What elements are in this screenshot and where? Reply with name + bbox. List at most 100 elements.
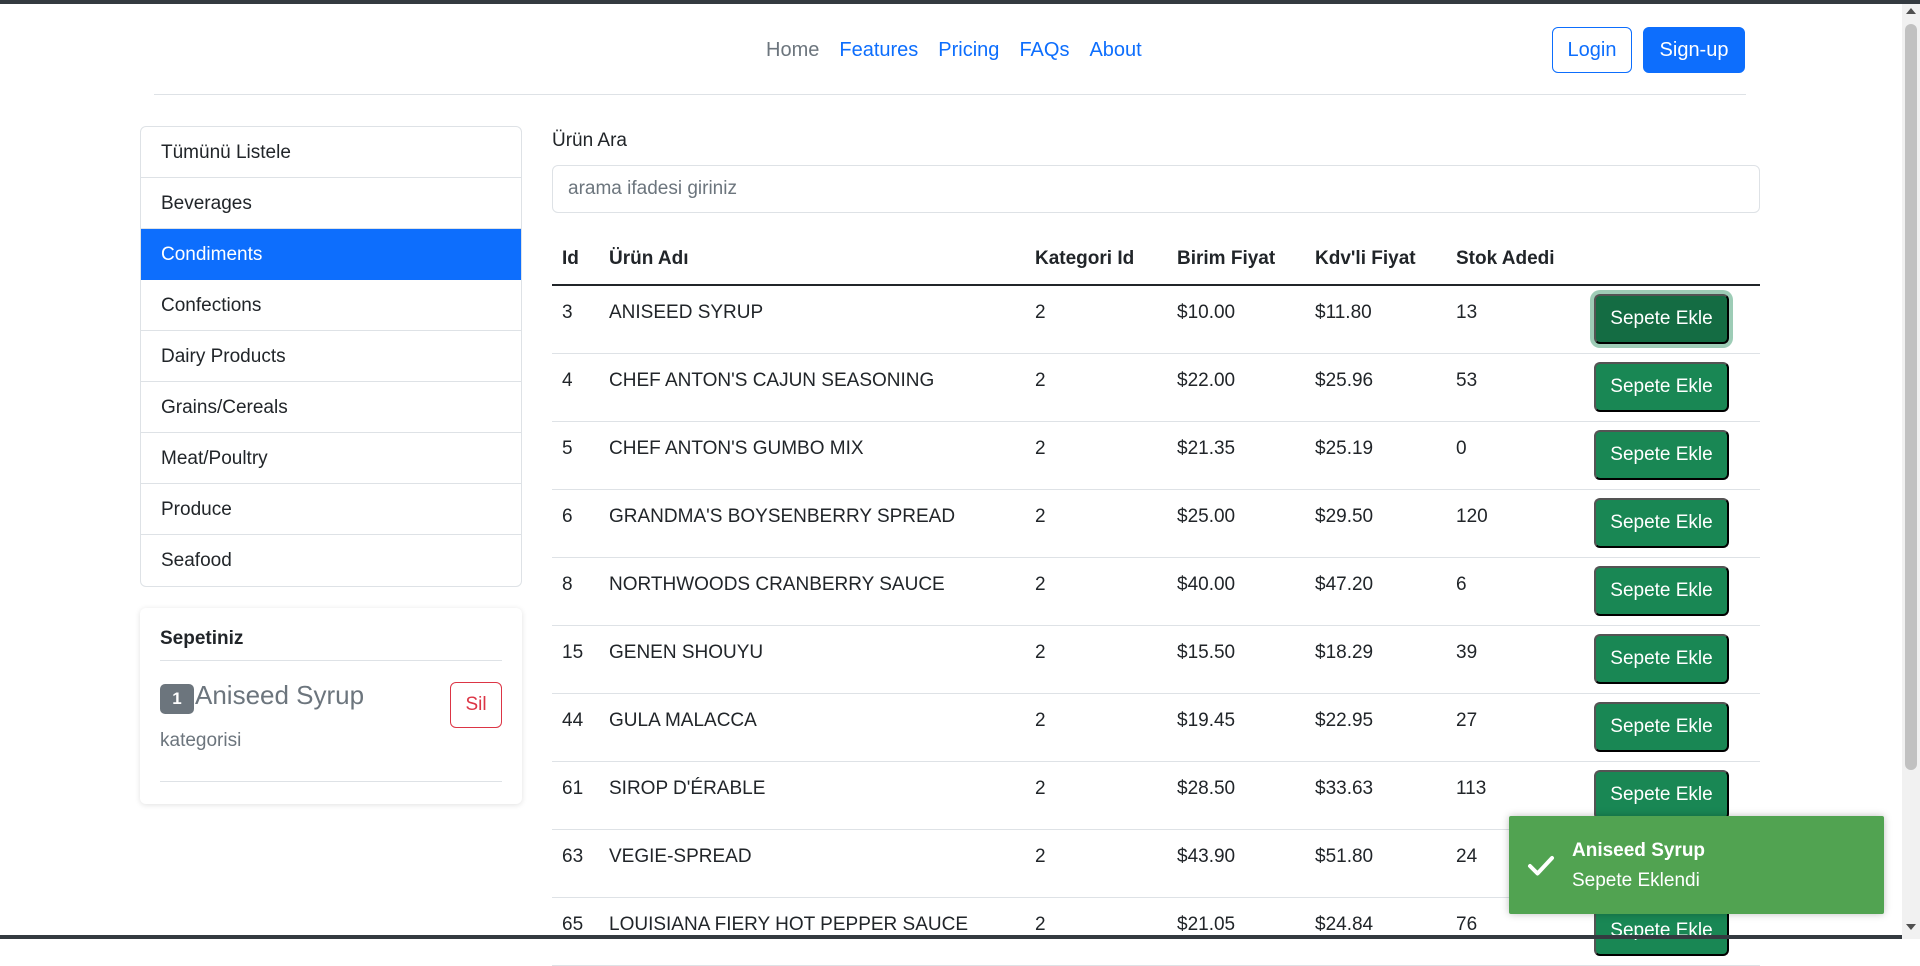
- cell-category-id: 2: [1035, 710, 1046, 731]
- cell-stock: 53: [1456, 370, 1478, 391]
- search-input[interactable]: [552, 165, 1760, 213]
- cell-price-with-tax: $22.95: [1315, 710, 1374, 731]
- nav-features-link[interactable]: Features: [829, 39, 928, 62]
- main-nav: Home Features Pricing FAQs About: [0, 30, 1920, 70]
- table-row: 8 NORTHWOODS CRANBERRY SAUCE 2 $40.00 $4…: [552, 558, 1760, 626]
- table-header: Id Ürün Adı Kategori Id Birim Fiyat Kdv'…: [552, 238, 1760, 286]
- nav-home-link[interactable]: Home: [756, 39, 829, 62]
- search-label: Ürün Ara: [552, 130, 627, 151]
- category-item-seafood[interactable]: Seafood: [141, 535, 521, 586]
- scroll-down-arrow-icon[interactable]: [1906, 924, 1916, 930]
- cell-id: 6: [562, 506, 573, 527]
- cart-divider-bottom: [160, 781, 502, 782]
- nav-links: Home Features Pricing FAQs About: [756, 30, 1152, 70]
- cell-unit-price: $28.50: [1177, 778, 1236, 799]
- cart-summary: Sepetiniz 1 Aniseed Syrup kategorisi Sil: [140, 608, 522, 804]
- category-item-confections[interactable]: Confections: [141, 280, 521, 331]
- cell-unit-price: $21.05: [1177, 914, 1236, 935]
- cell-product-name: ANISEED SYRUP: [609, 302, 764, 323]
- cell-product-name: GENEN SHOUYU: [609, 642, 764, 663]
- category-item-all[interactable]: Tümünü Listele: [141, 127, 521, 178]
- cell-unit-price: $40.00: [1177, 574, 1236, 595]
- cell-unit-price: $43.90: [1177, 846, 1236, 867]
- cell-category-id: 2: [1035, 846, 1046, 867]
- cell-unit-price: $19.45: [1177, 710, 1236, 731]
- cell-id: 4: [562, 370, 573, 391]
- add-to-cart-button[interactable]: Sepete Ekle: [1594, 702, 1729, 752]
- table-row: 5 CHEF ANTON'S GUMBO MIX 2 $21.35 $25.19…: [552, 422, 1760, 490]
- cart-item-category: kategorisi: [160, 730, 242, 751]
- cell-category-id: 2: [1035, 574, 1046, 595]
- nav-about-link[interactable]: About: [1079, 39, 1151, 62]
- category-item-beverages[interactable]: Beverages: [141, 178, 521, 229]
- cell-stock: 113: [1456, 778, 1487, 799]
- header-price-with-tax: Kdv'li Fiyat: [1315, 248, 1416, 269]
- cart-title: Sepetiniz: [160, 628, 244, 649]
- cell-price-with-tax: $25.19: [1315, 438, 1374, 459]
- cell-stock: 6: [1456, 574, 1467, 595]
- toast-message: Sepete Eklendi: [1572, 870, 1700, 891]
- cell-stock: 76: [1456, 914, 1478, 935]
- cart-item-name: Aniseed Syrup: [195, 680, 365, 710]
- cell-product-name: CHEF ANTON'S CAJUN SEASONING: [609, 370, 935, 391]
- cell-id: 65: [562, 914, 584, 935]
- cart-remove-button[interactable]: Sil: [450, 682, 502, 728]
- cell-price-with-tax: $51.80: [1315, 846, 1374, 867]
- cell-id: 63: [562, 846, 584, 867]
- add-to-cart-button[interactable]: Sepete Ekle: [1594, 294, 1729, 344]
- add-to-cart-button[interactable]: Sepete Ekle: [1594, 498, 1729, 548]
- header-product-name: Ürün Adı: [609, 248, 689, 269]
- cell-id: 8: [562, 574, 573, 595]
- success-toast[interactable]: Aniseed Syrup Sepete Eklendi: [1509, 816, 1884, 914]
- cell-category-id: 2: [1035, 370, 1046, 391]
- cell-price-with-tax: $47.20: [1315, 574, 1374, 595]
- cell-stock: 120: [1456, 506, 1488, 527]
- cell-stock: 13: [1456, 302, 1478, 323]
- cell-product-name: NORTHWOODS CRANBERRY SAUCE: [609, 574, 945, 595]
- category-item-produce[interactable]: Produce: [141, 484, 521, 535]
- cell-product-name: LOUISIANA FIERY HOT PEPPER SAUCE: [609, 914, 969, 935]
- nav-pricing-link[interactable]: Pricing: [928, 39, 1009, 62]
- signup-button[interactable]: Sign-up: [1643, 27, 1745, 73]
- category-item-grains-cereals[interactable]: Grains/Cereals: [141, 382, 521, 433]
- cell-unit-price: $21.35: [1177, 438, 1236, 459]
- header-unit-price: Birim Fiyat: [1177, 248, 1276, 269]
- cell-category-id: 2: [1035, 778, 1046, 799]
- cell-unit-price: $22.00: [1177, 370, 1236, 391]
- cell-unit-price: $10.00: [1177, 302, 1236, 323]
- add-to-cart-button[interactable]: Sepete Ekle: [1594, 430, 1729, 480]
- category-item-dairy-products[interactable]: Dairy Products: [141, 331, 521, 382]
- cell-price-with-tax: $11.80: [1315, 302, 1372, 323]
- add-to-cart-button[interactable]: Sepete Ekle: [1594, 634, 1729, 684]
- cell-unit-price: $25.00: [1177, 506, 1236, 527]
- table-row: 6 GRANDMA'S BOYSENBERRY SPREAD 2 $25.00 …: [552, 490, 1760, 558]
- cell-id: 3: [562, 302, 573, 323]
- category-item-condiments[interactable]: Condiments: [141, 229, 521, 280]
- cell-price-with-tax: $18.29: [1315, 642, 1374, 663]
- add-to-cart-button[interactable]: Sepete Ekle: [1594, 770, 1729, 820]
- scroll-up-arrow-icon[interactable]: [1906, 8, 1916, 14]
- cart-item-count-badge: 1: [160, 684, 194, 714]
- cell-product-name: SIROP D'ÉRABLE: [609, 778, 766, 799]
- cell-category-id: 2: [1035, 302, 1046, 323]
- add-to-cart-button[interactable]: Sepete Ekle: [1594, 362, 1729, 412]
- browser-top-edge: [0, 0, 1920, 4]
- table-row: 3 ANISEED SYRUP 2 $10.00 $11.80 13 Sepet…: [552, 286, 1760, 354]
- cell-product-name: GRANDMA'S BOYSENBERRY SPREAD: [609, 506, 956, 527]
- cell-category-id: 2: [1035, 642, 1046, 663]
- cell-id: 15: [562, 642, 584, 663]
- cell-stock: 27: [1456, 710, 1478, 731]
- login-button[interactable]: Login: [1552, 27, 1632, 73]
- toast-title: Aniseed Syrup: [1572, 840, 1706, 861]
- cell-id: 61: [562, 778, 584, 799]
- cell-id: 44: [562, 710, 584, 731]
- cell-category-id: 2: [1035, 506, 1046, 527]
- table-row: 15 GENEN SHOUYU 2 $15.50 $18.29 39 Sepet…: [552, 626, 1760, 694]
- cell-product-name: VEGIE-SPREAD: [609, 846, 752, 867]
- browser-bottom-edge: [0, 935, 1902, 939]
- vertical-scrollbar-thumb[interactable]: [1905, 24, 1917, 770]
- category-item-meat-poultry[interactable]: Meat/Poultry: [141, 433, 521, 484]
- cell-price-with-tax: $25.96: [1315, 370, 1374, 391]
- nav-faqs-link[interactable]: FAQs: [1009, 39, 1079, 62]
- add-to-cart-button[interactable]: Sepete Ekle: [1594, 566, 1729, 616]
